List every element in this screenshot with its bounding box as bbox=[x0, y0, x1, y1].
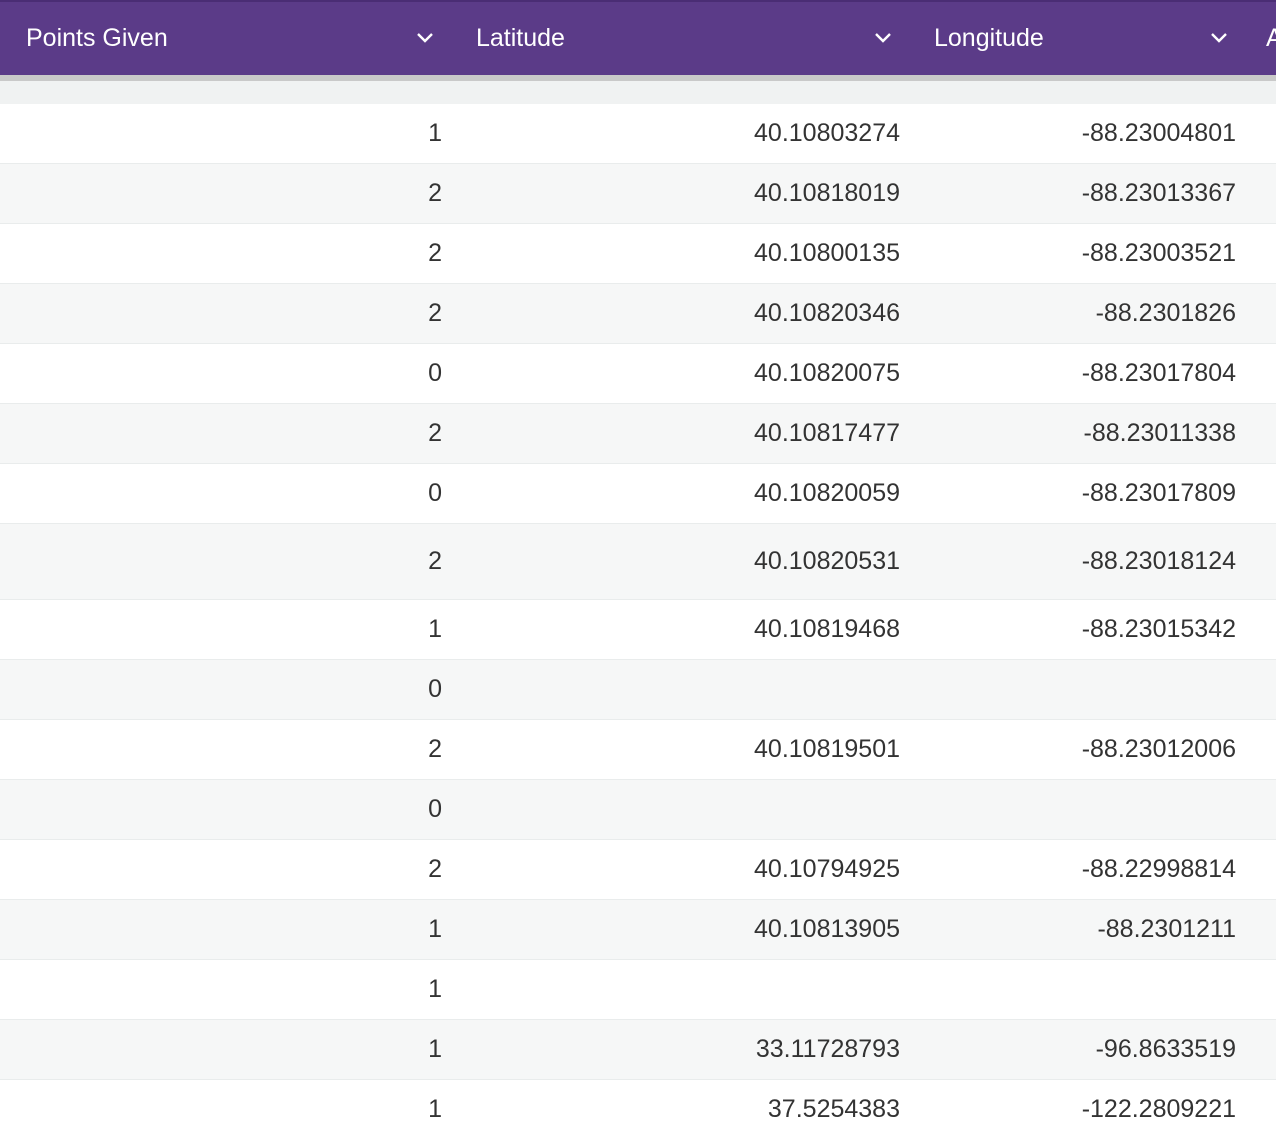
table-row[interactable]: 2 40.10794925 -88.22998814 bbox=[0, 840, 1276, 900]
table-row[interactable]: 2 40.10819501 -88.23012006 bbox=[0, 720, 1276, 780]
grid-body: 1 40.10803274 -88.23004801 2 40.10818019 -88.… bbox=[0, 104, 1276, 1134]
points-cell[interactable]: 0 bbox=[0, 780, 442, 839]
latitude-cell[interactable]: 40.10803274 bbox=[460, 104, 900, 163]
points-cell[interactable]: 0 bbox=[0, 464, 442, 523]
longitude-cell[interactable]: -88.23018124 bbox=[918, 524, 1236, 599]
table-row[interactable]: 1 bbox=[0, 960, 1276, 1020]
table-row[interactable]: 2 40.10820346 -88.2301826 bbox=[0, 284, 1276, 344]
longitude-cell[interactable]: -96.8633519 bbox=[918, 1020, 1236, 1079]
latitude-cell[interactable]: 40.10819468 bbox=[460, 600, 900, 659]
latitude-cell[interactable]: 40.10813905 bbox=[460, 900, 900, 959]
longitude-cell[interactable]: -88.2301826 bbox=[918, 284, 1236, 343]
points-cell[interactable]: 1 bbox=[0, 600, 442, 659]
table-row[interactable]: 0 bbox=[0, 780, 1276, 840]
column-header-longitude[interactable]: Longitude bbox=[934, 2, 1234, 75]
longitude-cell[interactable] bbox=[918, 780, 1236, 839]
column-header-label: Points Given bbox=[26, 24, 168, 52]
grid-header: Points Given Latitude Longitude A bbox=[0, 0, 1276, 75]
longitude-cell[interactable]: -88.23013367 bbox=[918, 164, 1236, 223]
table-row[interactable]: 1 40.10803274 -88.23004801 bbox=[0, 104, 1276, 164]
table-row[interactable]: 2 40.10800135 -88.23003521 bbox=[0, 224, 1276, 284]
column-header-label: Latitude bbox=[476, 24, 565, 52]
points-cell[interactable]: 0 bbox=[0, 660, 442, 719]
latitude-cell[interactable]: 40.10794925 bbox=[460, 840, 900, 899]
points-cell[interactable]: 2 bbox=[0, 224, 442, 283]
longitude-cell[interactable]: -88.23003521 bbox=[918, 224, 1236, 283]
longitude-cell[interactable]: -88.23015342 bbox=[918, 600, 1236, 659]
latitude-cell[interactable]: 40.10820059 bbox=[460, 464, 900, 523]
latitude-cell[interactable]: 40.10818019 bbox=[460, 164, 900, 223]
longitude-cell[interactable] bbox=[918, 660, 1236, 719]
table-row[interactable]: 1 37.5254383 -122.2809221 bbox=[0, 1080, 1276, 1134]
latitude-cell[interactable]: 40.10820531 bbox=[460, 524, 900, 599]
latitude-cell[interactable]: 40.10817477 bbox=[460, 404, 900, 463]
data-grid: Points Given Latitude Longitude A 1 40.10… bbox=[0, 0, 1276, 1134]
latitude-cell[interactable]: 37.5254383 bbox=[460, 1080, 900, 1134]
table-row[interactable]: 2 40.10820531 -88.23018124 bbox=[0, 524, 1276, 600]
table-row[interactable]: 0 40.10820075 -88.23017804 bbox=[0, 344, 1276, 404]
table-row[interactable]: 0 40.10820059 -88.23017809 bbox=[0, 464, 1276, 524]
latitude-cell[interactable] bbox=[460, 780, 900, 839]
latitude-cell[interactable]: 40.10800135 bbox=[460, 224, 900, 283]
table-row[interactable]: 1 33.11728793 -96.8633519 bbox=[0, 1020, 1276, 1080]
points-cell[interactable]: 1 bbox=[0, 900, 442, 959]
points-cell[interactable]: 2 bbox=[0, 164, 442, 223]
latitude-cell[interactable]: 40.10820346 bbox=[460, 284, 900, 343]
points-cell[interactable]: 1 bbox=[0, 104, 442, 163]
points-cell[interactable]: 1 bbox=[0, 1020, 442, 1079]
points-cell[interactable]: 2 bbox=[0, 284, 442, 343]
latitude-cell[interactable]: 33.11728793 bbox=[460, 1020, 900, 1079]
chevron-down-icon[interactable] bbox=[416, 31, 434, 45]
column-header-latitude[interactable]: Latitude bbox=[476, 2, 900, 75]
points-cell[interactable]: 2 bbox=[0, 840, 442, 899]
latitude-cell[interactable]: 40.10819501 bbox=[460, 720, 900, 779]
longitude-cell[interactable]: -88.23017809 bbox=[918, 464, 1236, 523]
table-row[interactable]: 2 40.10818019 -88.23013367 bbox=[0, 164, 1276, 224]
longitude-cell[interactable]: -88.23011338 bbox=[918, 404, 1236, 463]
longitude-cell[interactable]: -88.23017804 bbox=[918, 344, 1236, 403]
points-cell[interactable]: 2 bbox=[0, 720, 442, 779]
longitude-cell[interactable]: -88.22998814 bbox=[918, 840, 1236, 899]
table-row[interactable]: 1 40.10813905 -88.2301211 bbox=[0, 900, 1276, 960]
longitude-cell[interactable]: -88.23004801 bbox=[918, 104, 1236, 163]
points-cell[interactable]: 2 bbox=[0, 404, 442, 463]
latitude-cell[interactable] bbox=[460, 660, 900, 719]
longitude-cell[interactable]: -122.2809221 bbox=[918, 1080, 1236, 1134]
points-cell[interactable]: 1 bbox=[0, 1080, 442, 1134]
column-header-overflow[interactable]: A bbox=[1266, 2, 1276, 75]
latitude-cell[interactable]: 40.10820075 bbox=[460, 344, 900, 403]
column-header-points-given[interactable]: Points Given bbox=[26, 2, 442, 75]
points-cell[interactable]: 2 bbox=[0, 524, 442, 599]
column-header-label: Longitude bbox=[934, 24, 1044, 52]
table-row[interactable]: 2 40.10817477 -88.23011338 bbox=[0, 404, 1276, 464]
chevron-down-icon[interactable] bbox=[874, 31, 892, 45]
latitude-cell[interactable] bbox=[460, 960, 900, 1019]
longitude-cell[interactable]: -88.23012006 bbox=[918, 720, 1236, 779]
points-cell[interactable]: 0 bbox=[0, 344, 442, 403]
chevron-down-icon[interactable] bbox=[1210, 31, 1228, 45]
grid-top-spacer bbox=[0, 81, 1276, 104]
longitude-cell[interactable]: -88.2301211 bbox=[918, 900, 1236, 959]
table-row[interactable]: 1 40.10819468 -88.23015342 bbox=[0, 600, 1276, 660]
points-cell[interactable]: 1 bbox=[0, 960, 442, 1019]
table-row[interactable]: 0 bbox=[0, 660, 1276, 720]
longitude-cell[interactable] bbox=[918, 960, 1236, 1019]
